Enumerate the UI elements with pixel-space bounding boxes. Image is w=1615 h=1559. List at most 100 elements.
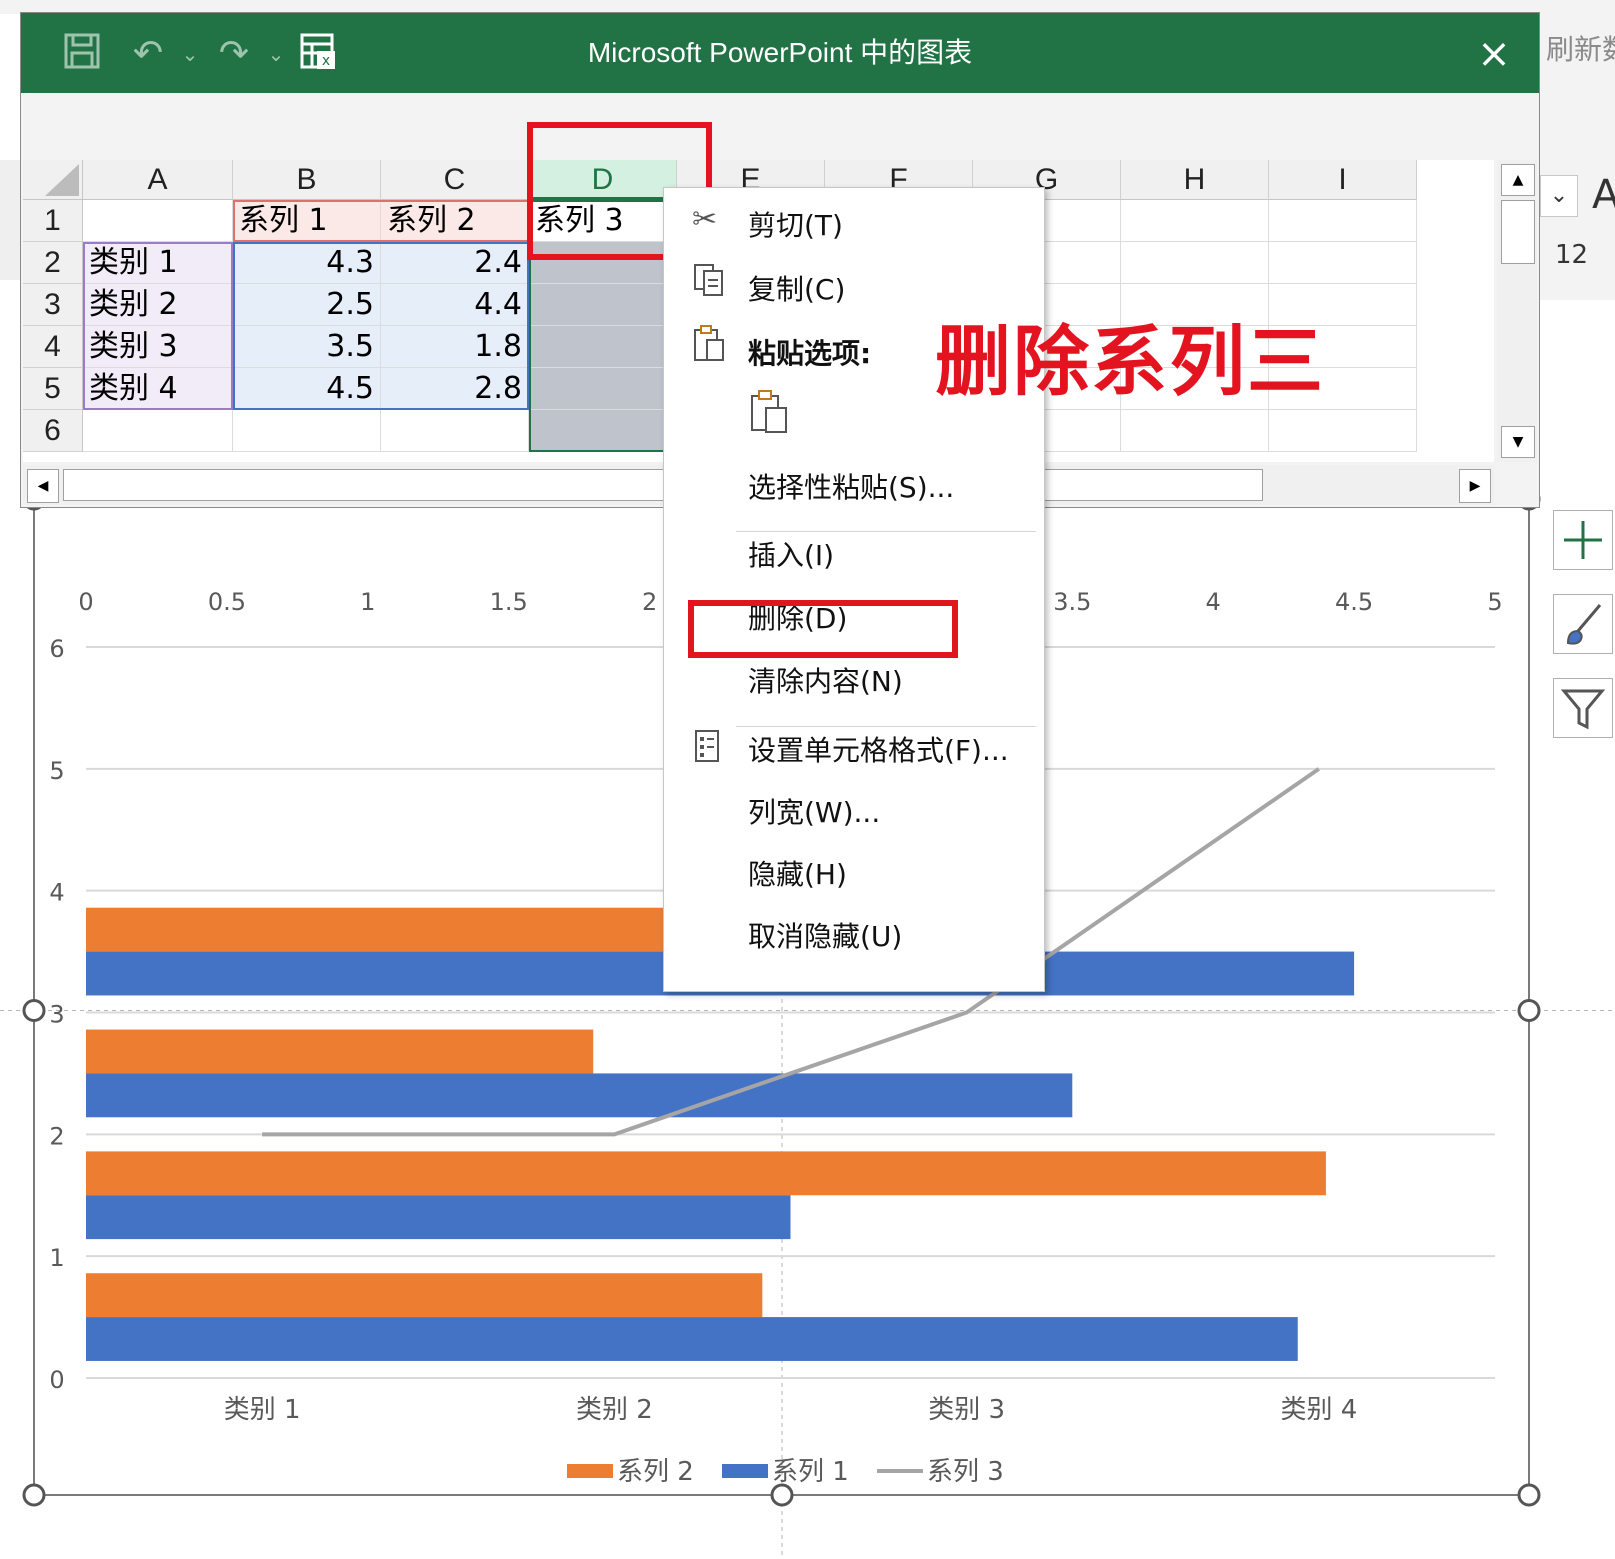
- row-header-4[interactable]: 4: [23, 326, 83, 368]
- paste-option-icon[interactable]: [748, 388, 792, 440]
- format-cells-icon: [692, 728, 722, 772]
- refresh-data-label[interactable]: 刷新数: [1546, 28, 1615, 68]
- column-header-a[interactable]: A: [83, 160, 233, 200]
- y-tick-label: 4: [49, 879, 64, 907]
- font-icon: A: [1592, 172, 1615, 218]
- menu-header-paste-options: 粘贴选项:: [748, 337, 872, 370]
- select-all-corner[interactable]: [23, 160, 83, 200]
- category-label: 类别 1: [224, 1395, 301, 1425]
- row-header-5[interactable]: 5: [23, 368, 83, 410]
- legend-label: 系列 1: [772, 1457, 849, 1487]
- close-button[interactable]: ×: [1471, 31, 1517, 77]
- cell-c6[interactable]: [381, 410, 529, 452]
- menu-item-format-cells[interactable]: 设置单元格格式(F)...: [748, 729, 1009, 769]
- resize-handle[interactable]: [770, 1483, 794, 1507]
- window-title: Microsoft PowerPoint 中的图表: [587, 37, 973, 68]
- x-tick-label: 1: [360, 588, 375, 616]
- chart-styles-button[interactable]: [1553, 594, 1613, 654]
- row-header-2[interactable]: 2: [23, 242, 83, 284]
- resize-handle[interactable]: [22, 1483, 46, 1507]
- row-header-3[interactable]: 3: [23, 284, 83, 326]
- chart-elements-button[interactable]: [1553, 510, 1613, 570]
- column-header-i[interactable]: I: [1269, 160, 1417, 200]
- scroll-left-button[interactable]: ◀: [27, 469, 59, 503]
- menu-item-column-width[interactable]: 列宽(W)...: [748, 791, 880, 831]
- row-header-6[interactable]: 6: [23, 410, 83, 452]
- x-tick-label: 1.5: [490, 588, 528, 616]
- series-name-range: [233, 200, 529, 242]
- scroll-up-button[interactable]: ▲: [1501, 164, 1535, 196]
- font-dropdown-button[interactable]: ⌄: [1540, 175, 1578, 217]
- column-header-h[interactable]: H: [1121, 160, 1269, 200]
- x-tick-label: 5: [1487, 588, 1502, 616]
- cell-d5[interactable]: [529, 368, 677, 410]
- menu-item-unhide[interactable]: 取消隐藏(U): [748, 915, 902, 955]
- bar-series1: [86, 1317, 1298, 1361]
- bar-series2: [86, 1273, 763, 1318]
- ruler-value: 12: [1555, 240, 1589, 270]
- brush-icon: [1566, 604, 1602, 645]
- row-header-1[interactable]: 1: [23, 200, 83, 242]
- category-range: [83, 242, 233, 410]
- menu-item-copy[interactable]: 复制(C): [748, 268, 845, 308]
- bar-series2: [86, 1151, 1326, 1196]
- cell-b6[interactable]: [233, 410, 381, 452]
- category-label: 类别 2: [576, 1395, 653, 1425]
- cell-i6[interactable]: [1269, 410, 1417, 452]
- legend-swatch: [722, 1464, 768, 1478]
- legend-swatch: [567, 1464, 613, 1478]
- y-tick-label: 5: [49, 757, 64, 785]
- highlight-delete-item: [688, 600, 958, 658]
- cell-i1[interactable]: [1269, 200, 1417, 242]
- cell-d4[interactable]: [529, 326, 677, 368]
- cell-d3[interactable]: [529, 284, 677, 326]
- y-tick-label: 6: [49, 635, 64, 663]
- cell-d6[interactable]: [529, 410, 677, 452]
- menu-item-cut[interactable]: 剪切(T): [748, 204, 843, 244]
- legend-label: 系列 3: [927, 1457, 1004, 1487]
- column-header-b[interactable]: B: [233, 160, 381, 200]
- slide-edge: [0, 160, 20, 280]
- cell-i2[interactable]: [1269, 242, 1417, 284]
- x-tick-label: 0.5: [208, 588, 246, 616]
- cell-a6[interactable]: [83, 410, 233, 452]
- copy-icon: [692, 262, 728, 306]
- chart-filters-button[interactable]: [1553, 678, 1613, 738]
- menu-item-paste-special[interactable]: 选择性粘贴(S)...: [748, 466, 954, 506]
- vertical-scroll-thumb[interactable]: [1501, 200, 1535, 264]
- x-tick-label: 3.5: [1053, 588, 1091, 616]
- paste-icon: [692, 324, 728, 372]
- category-label: 类别 4: [1280, 1395, 1357, 1425]
- x-tick-label: 2: [642, 588, 657, 616]
- resize-handle[interactable]: [1517, 999, 1541, 1022]
- y-tick-label: 1: [49, 1244, 64, 1272]
- menu-item-insert[interactable]: 插入(I): [748, 534, 834, 574]
- resize-handle[interactable]: [1517, 1483, 1541, 1507]
- scroll-right-button[interactable]: ▶: [1459, 469, 1491, 503]
- plus-icon: [1564, 521, 1602, 559]
- cell-h1[interactable]: [1121, 200, 1269, 242]
- column-header-c[interactable]: C: [381, 160, 529, 200]
- bar-series1: [86, 1195, 791, 1240]
- cell-h6[interactable]: [1121, 410, 1269, 452]
- menu-separator: [736, 531, 1036, 532]
- x-tick-label: 0: [78, 588, 93, 616]
- bar-series2: [86, 1029, 594, 1074]
- resize-handle[interactable]: [22, 999, 46, 1022]
- menu-item-clear-contents[interactable]: 清除内容(N): [748, 660, 903, 700]
- title-bar: ↶ ⌄ ↷ ⌄ x Microsoft PowerPoint 中的图表 ×: [21, 13, 1539, 93]
- legend-label: 系列 2: [617, 1457, 694, 1487]
- annotation-text: 删除系列三: [935, 317, 1325, 406]
- category-label: 类别 3: [928, 1395, 1005, 1425]
- y-tick-label: 3: [49, 1001, 64, 1029]
- menu-item-hide[interactable]: 隐藏(H): [748, 853, 847, 893]
- filter-icon: [1560, 689, 1606, 730]
- cell-h2[interactable]: [1121, 242, 1269, 284]
- scroll-down-button[interactable]: ▼: [1501, 426, 1535, 458]
- scissors-icon: ✂: [692, 202, 718, 237]
- x-tick-label: 4: [1206, 588, 1221, 616]
- vertical-scrollbar[interactable]: ▲ ▼: [1497, 160, 1537, 462]
- values-range: [233, 242, 529, 410]
- menu-separator: [736, 726, 1036, 727]
- cell-a1[interactable]: [83, 200, 233, 242]
